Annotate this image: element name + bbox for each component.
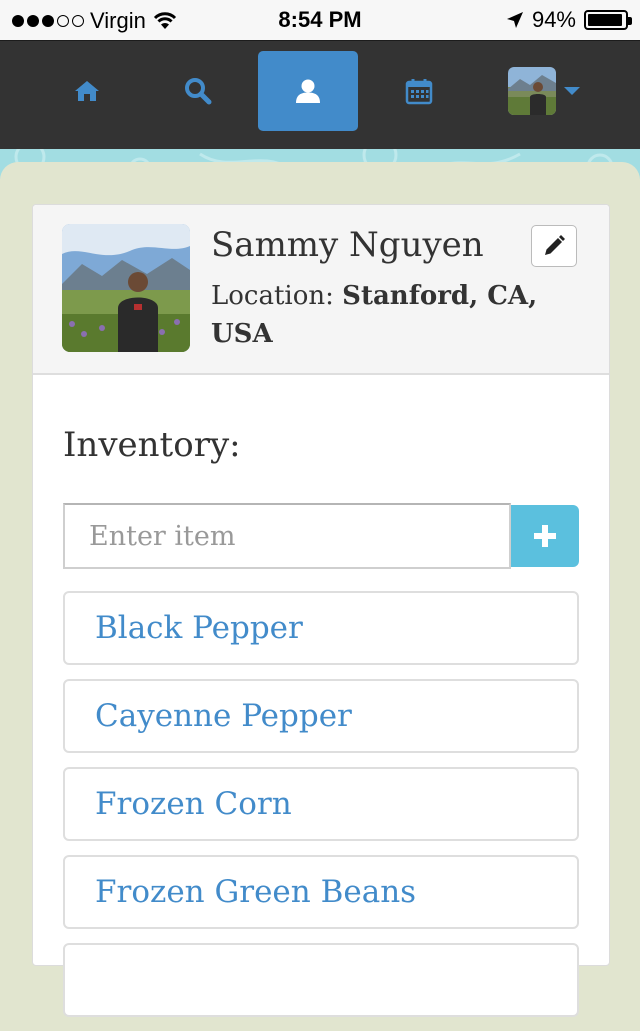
list-item[interactable] <box>63 943 579 1017</box>
battery-icon <box>584 10 632 30</box>
chevron-down-icon <box>564 87 580 95</box>
item-input[interactable] <box>63 503 511 569</box>
profile-photo <box>62 224 190 352</box>
inventory-title: Inventory: <box>63 425 241 465</box>
list-item[interactable]: Cayenne Pepper <box>63 679 579 753</box>
list-item-label: Cayenne Pepper <box>95 698 352 734</box>
plus-icon <box>534 525 556 547</box>
list-item-label: Black Pepper <box>95 610 303 646</box>
search-icon <box>185 78 212 105</box>
add-item-form <box>63 503 579 569</box>
nav-calendar-button[interactable] <box>369 51 469 131</box>
battery-fill <box>588 14 622 26</box>
location-arrow-icon <box>506 12 523 28</box>
status-bar: Virgin 8:54 PM 94% <box>0 0 640 40</box>
list-item[interactable]: Frozen Green Beans <box>63 855 579 929</box>
nav-profile-button[interactable] <box>258 51 358 131</box>
profile-card: Sammy Nguyen Location: Stanford, CA, USA… <box>32 204 610 1017</box>
profile-location: Location: Stanford, CA, USA <box>211 277 561 353</box>
avatar <box>508 67 556 115</box>
edit-profile-button[interactable] <box>531 225 577 267</box>
battery-percent: 94% <box>531 7 576 32</box>
nav-account-dropdown[interactable] <box>494 51 594 131</box>
calendar-icon <box>405 79 433 105</box>
user-icon <box>296 79 320 103</box>
pencil-icon <box>545 235 565 255</box>
profile-name: Sammy Nguyen <box>211 225 484 265</box>
list-item[interactable]: Black Pepper <box>63 591 579 665</box>
list-item-label: Frozen Green Beans <box>95 874 417 910</box>
top-navbar <box>0 40 640 149</box>
inventory-list: Black Pepper Cayenne Pepper Frozen Corn … <box>63 591 579 1031</box>
status-right: 94% <box>506 7 632 33</box>
location-label: Location: <box>211 281 334 311</box>
list-item[interactable]: Frozen Corn <box>63 767 579 841</box>
nav-search-button[interactable] <box>148 51 248 131</box>
add-item-button[interactable] <box>511 505 579 567</box>
list-item-label: Frozen Corn <box>95 786 292 822</box>
profile-header: Sammy Nguyen Location: Stanford, CA, USA <box>33 205 609 375</box>
home-icon <box>75 81 99 101</box>
nav-home-button[interactable] <box>37 51 137 131</box>
